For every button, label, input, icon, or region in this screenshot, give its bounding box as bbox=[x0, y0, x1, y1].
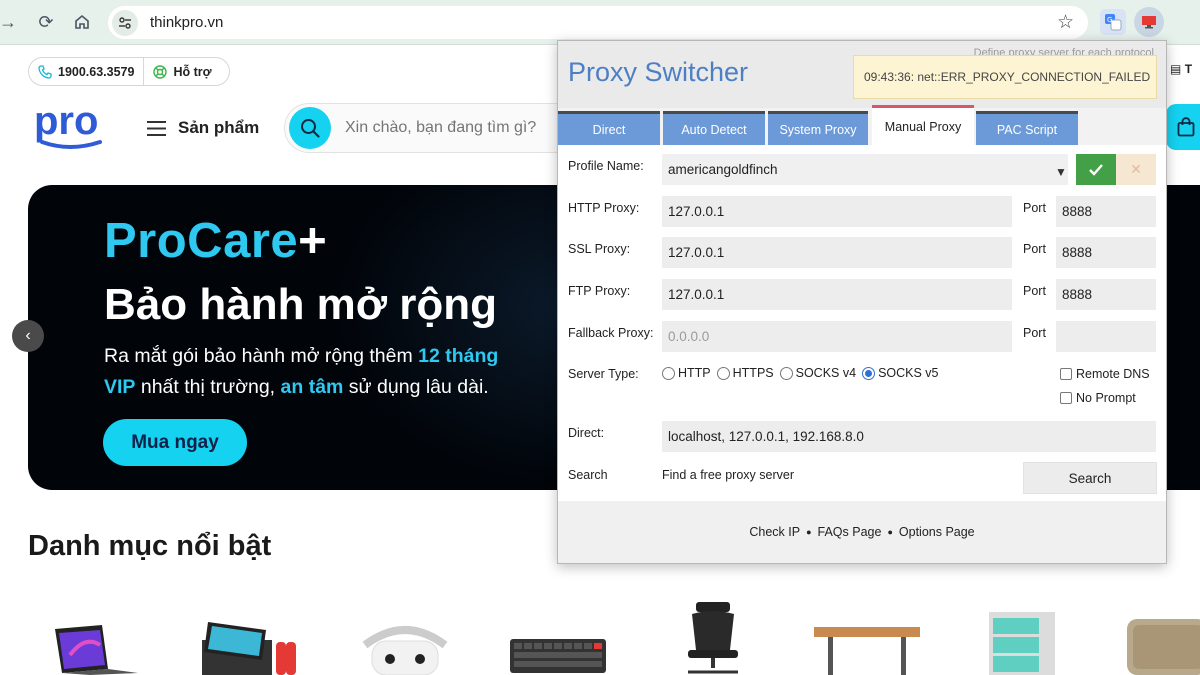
server-type-group: HTTP HTTPS SOCKS v4 SOCKS v5 bbox=[662, 366, 945, 380]
ftp-proxy-label: FTP Proxy: bbox=[568, 284, 631, 298]
translate-extension-icon[interactable]: G bbox=[1100, 9, 1126, 35]
tab-pac-script[interactable]: PAC Script bbox=[976, 111, 1078, 145]
ftp-port-input[interactable]: 8888 bbox=[1056, 279, 1156, 310]
tab-system-proxy[interactable]: System Proxy bbox=[768, 111, 868, 145]
error-message: 09:43:36: net::ERR_PROXY_CONNECTION_FAIL… bbox=[853, 55, 1157, 99]
ssl-proxy-input[interactable]: 127.0.0.1 bbox=[662, 237, 1012, 268]
office-chair-image[interactable] bbox=[678, 600, 748, 675]
popup-header: Proxy Switcher Define proxy server for e… bbox=[558, 41, 1166, 108]
mode-tabs: Direct Auto Detect System Proxy Manual P… bbox=[558, 105, 1166, 145]
search-icon bbox=[301, 119, 320, 138]
buy-now-button[interactable]: Mua ngay bbox=[103, 419, 247, 466]
find-proxy-text: Find a free proxy server bbox=[662, 468, 794, 482]
banner-title: Bảo hành mở rộng bbox=[104, 280, 498, 329]
ssl-port-label: Port bbox=[1023, 242, 1046, 256]
shopping-bag-icon bbox=[1177, 117, 1195, 137]
chevron-left-icon[interactable]: ‹ bbox=[12, 320, 44, 352]
laptop-image[interactable] bbox=[50, 625, 140, 675]
search-label: Search bbox=[568, 468, 608, 482]
tab-auto-detect[interactable]: Auto Detect bbox=[663, 111, 765, 145]
site-info-icon[interactable] bbox=[112, 9, 138, 36]
back-arrow-icon[interactable]: → bbox=[0, 8, 22, 36]
popup-title: Proxy Switcher bbox=[568, 57, 749, 87]
section-title: Danh mục nổi bật bbox=[28, 530, 272, 562]
banner-line-1: Ra mắt gói bảo hành mở rộng thêm 12 thán… bbox=[104, 345, 499, 367]
url-text[interactable]: thinkpro.vn bbox=[150, 14, 223, 31]
search-input[interactable] bbox=[345, 119, 565, 137]
tab-manual-proxy[interactable]: Manual Proxy bbox=[872, 105, 974, 145]
delete-profile-button[interactable]: ✕ bbox=[1116, 154, 1156, 185]
hotline-link[interactable]: 1900.63.3579 bbox=[29, 58, 143, 85]
contact-bar: 1900.63.3579 Hỗ trợ bbox=[28, 57, 230, 86]
options-link[interactable]: Options Page bbox=[899, 525, 975, 539]
ssl-port-input[interactable]: 8888 bbox=[1056, 237, 1156, 268]
svg-text:pro: pro bbox=[34, 104, 98, 143]
fallback-port-input[interactable] bbox=[1056, 321, 1156, 352]
ssl-proxy-label: SSL Proxy: bbox=[568, 242, 631, 256]
fallback-proxy-label: Fallback Proxy: bbox=[568, 326, 654, 340]
address-bar[interactable]: thinkpro.vn ☆ bbox=[108, 6, 1088, 39]
file-cabinet-image[interactable] bbox=[985, 610, 1060, 675]
hotline-number: 1900.63.3579 bbox=[58, 64, 135, 79]
radio-https[interactable]: HTTPS bbox=[716, 366, 774, 380]
server-type-label: Server Type: bbox=[568, 367, 639, 381]
faqs-link[interactable]: FAQs Page bbox=[818, 525, 882, 539]
home-icon[interactable] bbox=[68, 8, 96, 36]
search-proxy-button[interactable]: Search bbox=[1023, 462, 1157, 494]
no-prompt-checkbox[interactable]: No Prompt bbox=[1060, 391, 1136, 405]
checkmark-icon bbox=[1089, 163, 1103, 176]
remote-dns-checkbox[interactable]: Remote DNS bbox=[1060, 367, 1150, 381]
phone-icon bbox=[38, 64, 52, 79]
fallback-proxy-input[interactable]: 0.0.0.0 bbox=[662, 321, 1012, 352]
popup-footer: Check IP ● FAQs Page ● Options Page bbox=[558, 501, 1166, 563]
save-profile-button[interactable] bbox=[1076, 154, 1116, 185]
banner-brand: ProCare+ bbox=[104, 214, 328, 268]
proxy-switcher-popup: Proxy Switcher Define proxy server for e… bbox=[557, 40, 1167, 564]
vr-headset-image[interactable] bbox=[360, 615, 450, 675]
check-ip-link[interactable]: Check IP bbox=[749, 525, 800, 539]
http-port-label: Port bbox=[1023, 201, 1046, 215]
banner-line-2: VIP nhất thị trường, an tâm sử dụng lâu … bbox=[104, 376, 489, 398]
menu-label: Sản phẩm bbox=[178, 118, 260, 137]
browser-toolbar: → ⟳ thinkpro.vn ☆ G bbox=[0, 0, 1200, 45]
support-label: Hỗ trợ bbox=[173, 64, 212, 79]
tab-direct[interactable]: Direct bbox=[558, 111, 660, 145]
edge-link[interactable]: ▤ T bbox=[1170, 62, 1192, 76]
profile-name-label: Profile Name: bbox=[568, 159, 644, 173]
proxy-switcher-extension-icon[interactable] bbox=[1134, 7, 1164, 37]
close-icon: ✕ bbox=[1130, 161, 1142, 177]
svg-text:G: G bbox=[1107, 16, 1112, 24]
support-link[interactable]: Hỗ trợ bbox=[144, 58, 220, 85]
ftp-proxy-input[interactable]: 127.0.0.1 bbox=[662, 279, 1012, 310]
radio-socks-v4[interactable]: SOCKS v4 bbox=[779, 366, 856, 380]
http-proxy-label: HTTP Proxy: bbox=[568, 201, 640, 215]
radio-http[interactable]: HTTP bbox=[662, 366, 711, 380]
cart-button[interactable] bbox=[1166, 104, 1200, 150]
keyboard-image[interactable] bbox=[508, 637, 608, 675]
hamburger-icon bbox=[147, 120, 166, 136]
radio-socks-v5[interactable]: SOCKS v5 bbox=[862, 366, 939, 380]
http-proxy-input[interactable]: 127.0.0.1 bbox=[662, 196, 1012, 227]
profile-select[interactable]: americangoldfinch bbox=[662, 154, 1068, 185]
reload-icon[interactable]: ⟳ bbox=[32, 8, 60, 36]
site-search bbox=[284, 103, 584, 153]
search-button[interactable] bbox=[289, 107, 331, 149]
ftp-port-label: Port bbox=[1023, 284, 1046, 298]
thinkpro-logo[interactable]: pro bbox=[34, 99, 108, 155]
standing-desk-image[interactable] bbox=[812, 625, 922, 675]
speaker-image[interactable] bbox=[1125, 615, 1200, 675]
direct-input[interactable]: localhost, 127.0.0.1, 192.168.8.0 bbox=[662, 421, 1156, 452]
category-strip bbox=[0, 600, 1200, 675]
game-console-image[interactable] bbox=[196, 620, 306, 675]
products-menu[interactable]: Sản phẩm bbox=[147, 118, 259, 138]
fallback-port-label: Port bbox=[1023, 326, 1046, 340]
bookmark-star-icon[interactable]: ☆ bbox=[1057, 11, 1074, 34]
chevron-down-icon[interactable]: ▼ bbox=[1055, 165, 1067, 179]
lifebuoy-icon bbox=[153, 64, 168, 79]
http-port-input[interactable]: 8888 bbox=[1056, 196, 1156, 227]
direct-label: Direct: bbox=[568, 426, 605, 440]
document-icon: ▤ bbox=[1170, 62, 1182, 76]
